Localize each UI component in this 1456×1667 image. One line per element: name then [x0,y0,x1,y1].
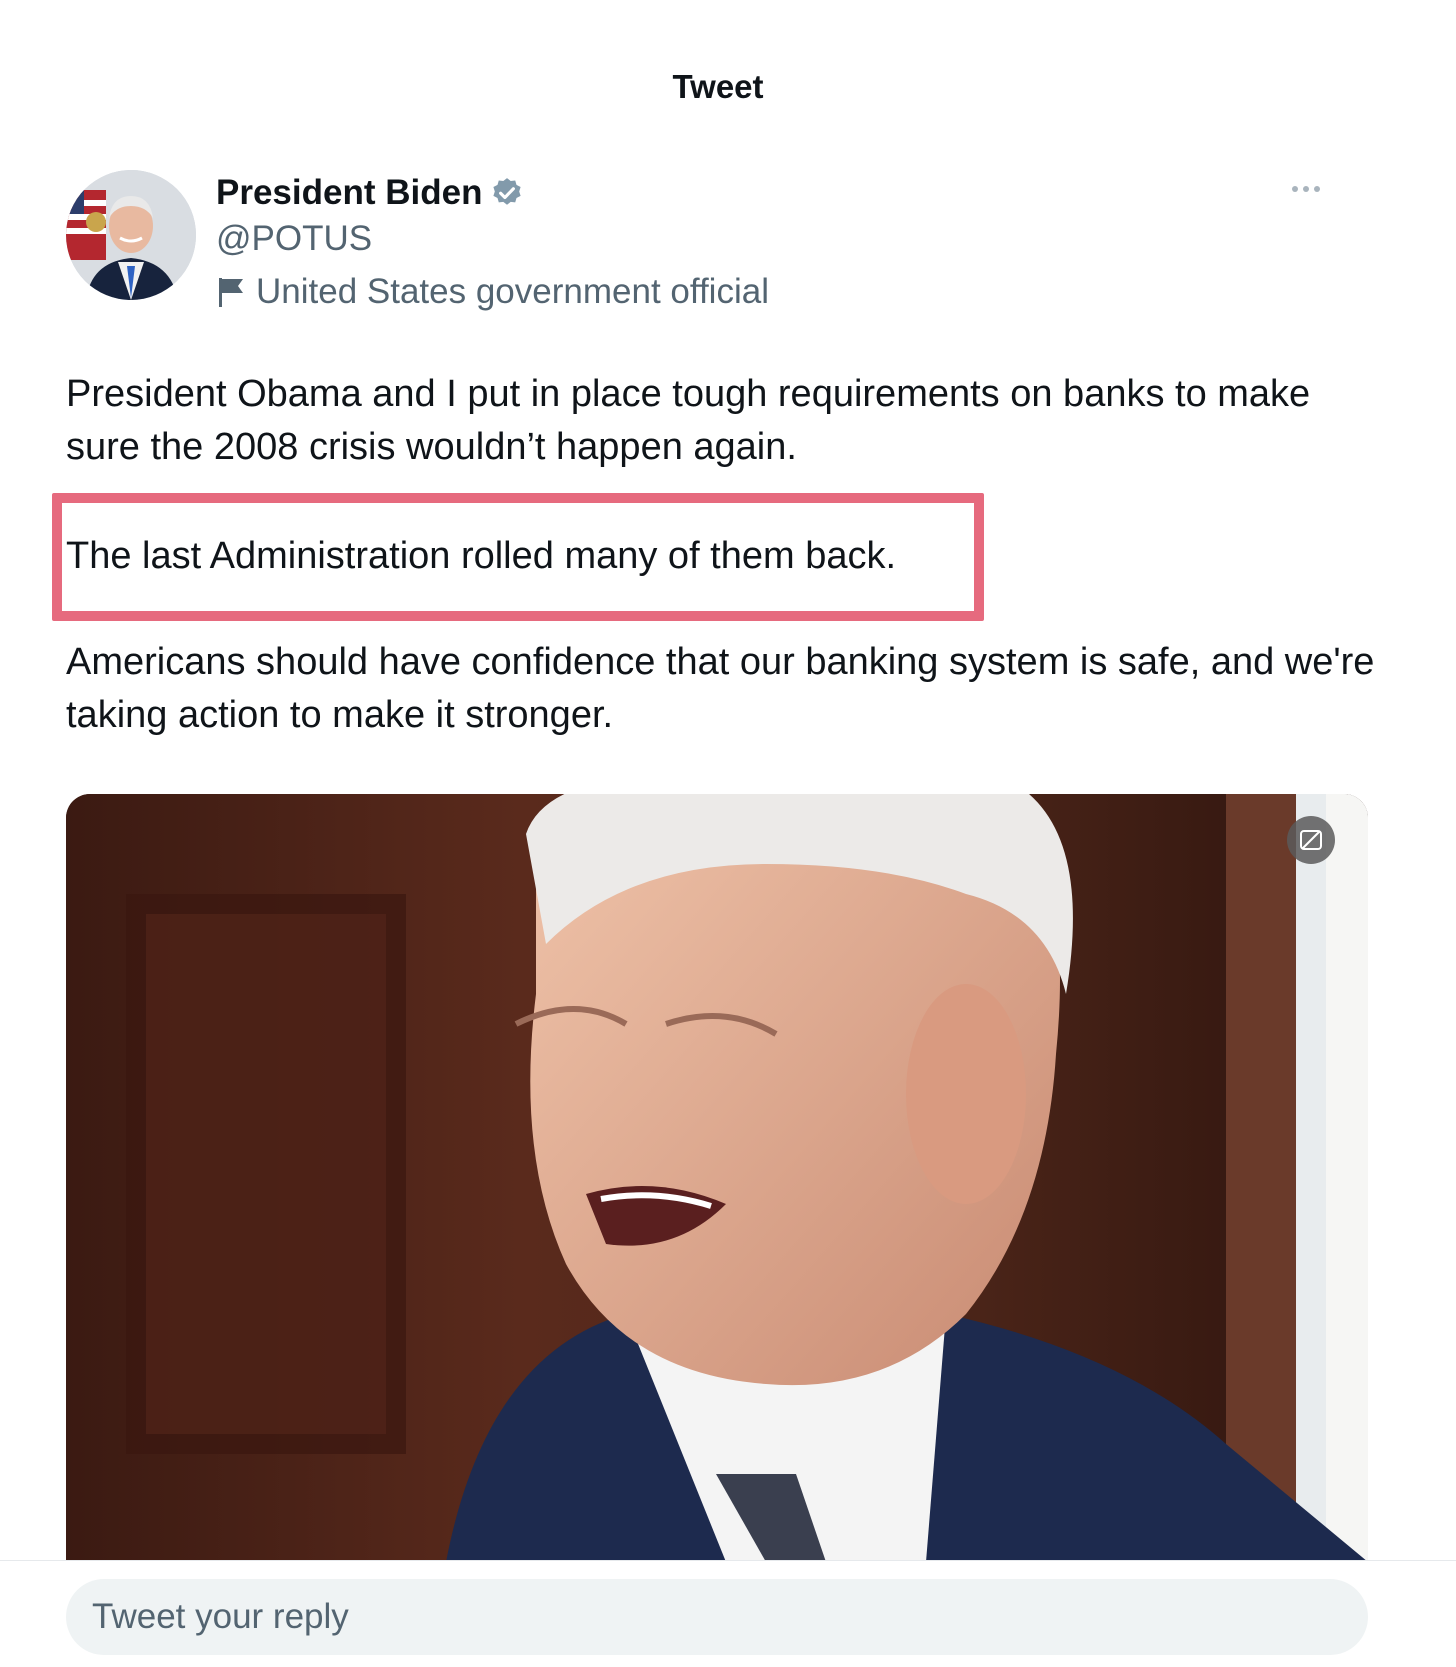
sensitive-media-icon[interactable] [1287,816,1335,864]
more-horizontal-icon [1290,181,1322,199]
tweet-author: President Biden @POTUS United States gov… [66,170,1366,311]
top-bar: Tweet [0,0,1456,150]
tweet-paragraph-highlighted: The last Administration rolled many of t… [66,535,897,577]
verified-badge-icon[interactable] [490,176,524,210]
affiliation-label: United States government official [216,264,769,320]
tweet-media-image[interactable] [66,794,1368,1562]
flag-icon [216,276,246,308]
more-options-button[interactable] [1276,170,1336,210]
affiliation-text: United States government official [256,272,769,311]
user-handle[interactable]: @POTUS [216,216,769,262]
tweet-paragraph: Americans should have confidence that ou… [66,641,1375,736]
page-title: Tweet [672,68,764,105]
reply-bar [0,1560,1456,1667]
display-name[interactable]: President Biden [216,170,769,216]
reply-input[interactable] [66,1579,1368,1655]
avatar[interactable] [66,170,196,300]
tweet-paragraph: President Obama and I put in place tough… [66,373,1311,468]
display-name-text: President Biden [216,173,483,212]
